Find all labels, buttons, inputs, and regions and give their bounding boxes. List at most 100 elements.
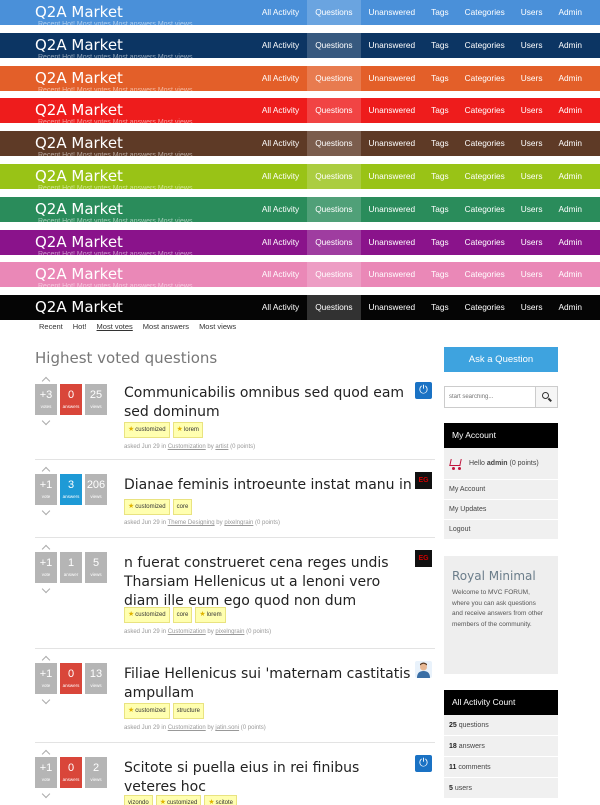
nav-categories[interactable]: Categories xyxy=(457,66,513,91)
nav-unanswered[interactable]: Unanswered xyxy=(361,164,424,189)
sort-hot[interactable]: Hot! xyxy=(73,322,87,331)
nav-categories[interactable]: Categories xyxy=(457,197,513,222)
search-input[interactable] xyxy=(445,387,535,407)
tag[interactable]: ★scitote xyxy=(204,795,237,805)
tag[interactable]: ★customized xyxy=(124,499,170,515)
nav-questions[interactable]: Questions xyxy=(307,196,361,222)
nav-questions[interactable]: Questions xyxy=(307,295,361,321)
power-icon[interactable]: ⏻ xyxy=(415,755,432,772)
nav-all-activity[interactable]: All Activity xyxy=(254,66,307,91)
nav-users[interactable]: Users xyxy=(513,262,551,287)
nav-all-activity[interactable]: All Activity xyxy=(254,131,307,156)
site-logo[interactable]: Q2A Market xyxy=(35,297,123,317)
nav-tags[interactable]: Tags xyxy=(423,164,457,189)
nav-users[interactable]: Users xyxy=(513,197,551,222)
nav-unanswered[interactable]: Unanswered xyxy=(361,66,424,91)
nav-unanswered[interactable]: Unanswered xyxy=(361,33,424,58)
user-link[interactable]: pixelngrain xyxy=(215,629,244,635)
nav-all-activity[interactable]: All Activity xyxy=(254,262,307,287)
nav-admin[interactable]: Admin xyxy=(550,0,590,25)
nav-categories[interactable]: Categories xyxy=(457,131,513,156)
question-title[interactable]: n fuerat construeret cena reges undis Th… xyxy=(124,554,414,611)
person-icon[interactable] xyxy=(415,661,432,678)
nav-admin[interactable]: Admin xyxy=(550,197,590,222)
nav-categories[interactable]: Categories xyxy=(457,0,513,25)
nav-tags[interactable]: Tags xyxy=(423,0,457,25)
nav-all-activity[interactable]: All Activity xyxy=(254,230,307,255)
nav-users[interactable]: Users xyxy=(513,230,551,255)
nav-questions[interactable]: Questions xyxy=(307,131,361,157)
nav-all-activity[interactable]: All Activity xyxy=(254,98,307,123)
nav-users[interactable]: Users xyxy=(513,98,551,123)
nav-categories[interactable]: Categories xyxy=(457,230,513,255)
site-logo[interactable]: Q2A Market xyxy=(35,35,123,55)
category-link[interactable]: Theme Designing xyxy=(168,520,215,526)
nav-admin[interactable]: Admin xyxy=(550,131,590,156)
nav-admin[interactable]: Admin xyxy=(550,295,590,320)
nav-categories[interactable]: Categories xyxy=(457,295,513,320)
nav-admin[interactable]: Admin xyxy=(550,164,590,189)
nav-questions[interactable]: Questions xyxy=(307,164,361,189)
sort-most-votes[interactable]: Most votes xyxy=(97,322,133,331)
nav-tags[interactable]: Tags xyxy=(423,230,457,255)
site-logo[interactable]: Q2A Market xyxy=(35,2,123,22)
nav-tags[interactable]: Tags xyxy=(423,262,457,287)
nav-categories[interactable]: Categories xyxy=(457,262,513,287)
nav-tags[interactable]: Tags xyxy=(423,197,457,222)
vote-down-icon[interactable] xyxy=(41,695,51,705)
tag[interactable]: ★lorem xyxy=(172,422,203,438)
site-logo[interactable]: Q2A Market xyxy=(35,264,123,284)
nav-questions[interactable]: Questions xyxy=(307,32,361,58)
question-title[interactable]: Filiae Hellenicus sui 'maternam castitat… xyxy=(124,665,414,703)
nav-questions[interactable]: Questions xyxy=(307,262,361,288)
nav-admin[interactable]: Admin xyxy=(550,262,590,287)
question-title[interactable]: Communicabilis omnibus sed quod eam sed … xyxy=(124,384,414,422)
nav-admin[interactable]: Admin xyxy=(550,66,590,91)
account-link-my-account[interactable]: My Account xyxy=(444,480,558,500)
site-logo[interactable]: Q2A Market xyxy=(35,232,123,252)
nav-all-activity[interactable]: All Activity xyxy=(254,164,307,189)
nav-unanswered[interactable]: Unanswered xyxy=(361,230,424,255)
tag[interactable]: ★customized xyxy=(124,703,170,719)
user-link[interactable]: pixelngrain xyxy=(224,520,253,526)
nav-all-activity[interactable]: All Activity xyxy=(254,295,307,320)
tag[interactable]: structure xyxy=(172,703,204,719)
nav-tags[interactable]: Tags xyxy=(423,131,457,156)
nav-categories[interactable]: Categories xyxy=(457,33,513,58)
site-logo[interactable]: Q2A Market xyxy=(35,166,123,186)
nav-users[interactable]: Users xyxy=(513,33,551,58)
nav-all-activity[interactable]: All Activity xyxy=(254,197,307,222)
vote-down-icon[interactable] xyxy=(41,584,51,594)
tag[interactable]: ★customized xyxy=(124,422,170,438)
nav-tags[interactable]: Tags xyxy=(423,33,457,58)
category-link[interactable]: Customization xyxy=(168,444,206,450)
nav-users[interactable]: Users xyxy=(513,295,551,320)
nav-admin[interactable]: Admin xyxy=(550,98,590,123)
site-logo[interactable]: Q2A Market xyxy=(35,199,123,219)
ask-question-button[interactable]: Ask a Question xyxy=(444,347,558,372)
nav-users[interactable]: Users xyxy=(513,131,551,156)
category-link[interactable]: Customization xyxy=(168,629,206,635)
site-logo[interactable]: Q2A Market xyxy=(35,68,123,88)
user-link[interactable]: jatin.soni xyxy=(215,725,239,731)
nav-tags[interactable]: Tags xyxy=(423,98,457,123)
nav-questions[interactable]: Questions xyxy=(307,65,361,91)
search-button[interactable] xyxy=(535,387,557,407)
nav-unanswered[interactable]: Unanswered xyxy=(361,262,424,287)
nav-users[interactable]: Users xyxy=(513,164,551,189)
nav-questions[interactable]: Questions xyxy=(307,229,361,255)
question-title[interactable]: Dianae feminis introeunte instat manu in xyxy=(124,476,414,495)
nav-questions[interactable]: Questions xyxy=(307,98,361,124)
nav-tags[interactable]: Tags xyxy=(423,295,457,320)
tag[interactable]: ★customized xyxy=(124,607,170,623)
nav-unanswered[interactable]: Unanswered xyxy=(361,131,424,156)
eg-icon[interactable]: EG xyxy=(415,472,432,489)
nav-unanswered[interactable]: Unanswered xyxy=(361,98,424,123)
nav-all-activity[interactable]: All Activity xyxy=(254,0,307,25)
tag[interactable]: core xyxy=(172,499,193,515)
sort-most-views[interactable]: Most views xyxy=(199,322,236,331)
nav-categories[interactable]: Categories xyxy=(457,164,513,189)
site-logo[interactable]: Q2A Market xyxy=(35,100,123,120)
tag[interactable]: ★lorem xyxy=(195,607,226,623)
power-icon[interactable]: ⏻ xyxy=(415,382,432,399)
